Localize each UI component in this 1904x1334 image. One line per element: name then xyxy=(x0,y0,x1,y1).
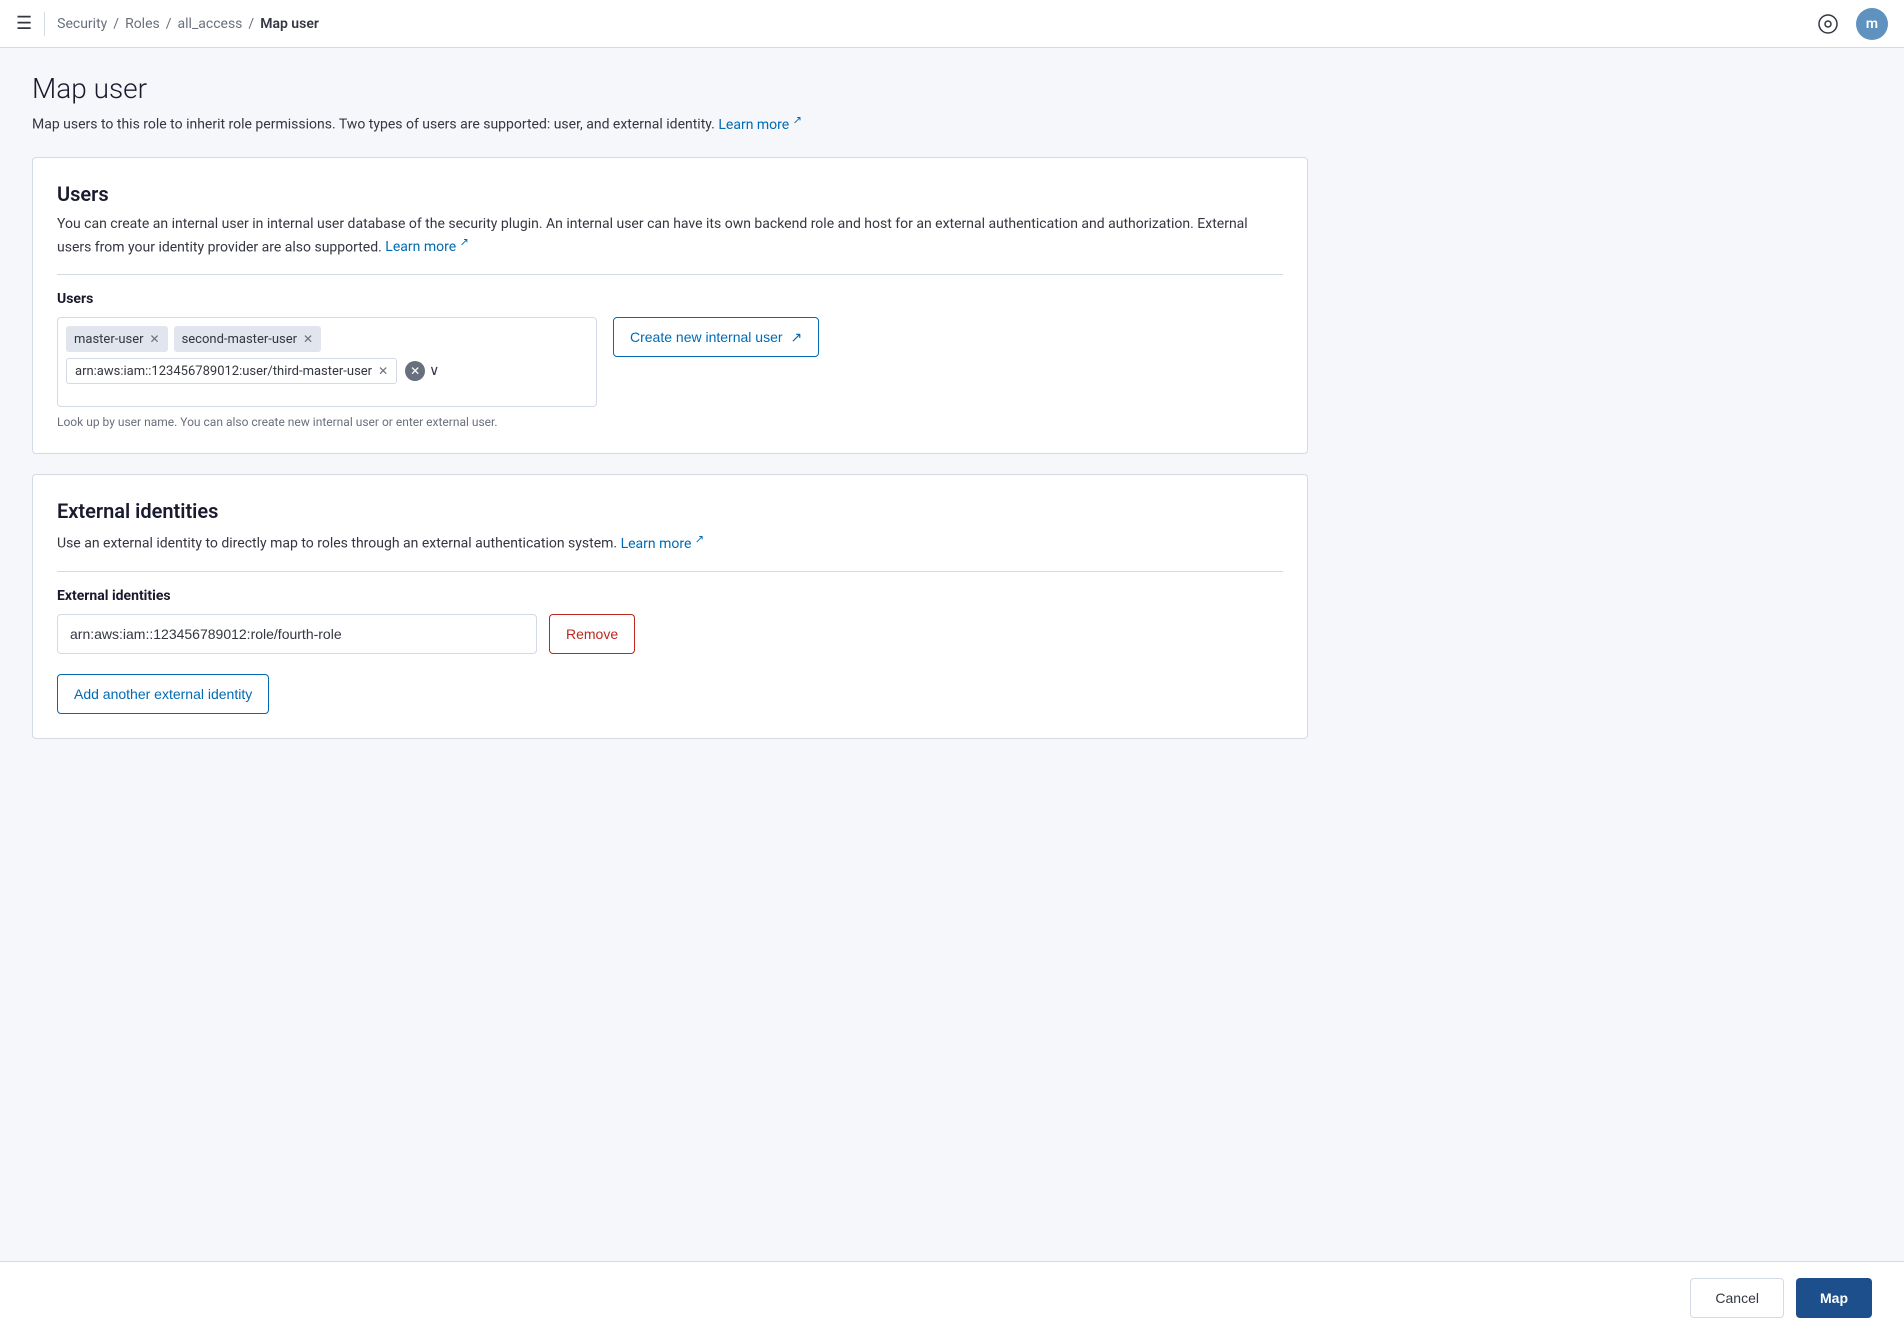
external-identities-field-label: External identities xyxy=(57,588,1283,604)
external-identities-card: External identities Use an external iden… xyxy=(32,474,1308,739)
map-button[interactable]: Map xyxy=(1796,1278,1872,1318)
arn-row: arn:aws:iam::123456789012:user/third-mas… xyxy=(66,358,588,384)
page-description: Map users to this role to inherit role p… xyxy=(32,113,1308,133)
ext-identity-input[interactable] xyxy=(57,614,537,654)
footer: Cancel Map xyxy=(0,1261,1904,1334)
create-user-button[interactable]: Create new internal user ↗ xyxy=(613,317,819,357)
dropdown-icon[interactable]: ∨ xyxy=(429,363,439,379)
top-nav: ☰ Security / Roles / all_access / Map us… xyxy=(0,0,1904,48)
users-card: Users You can create an internal user in… xyxy=(32,157,1308,455)
user-tag-arn: arn:aws:iam::123456789012:user/third-mas… xyxy=(66,358,397,384)
page-external-link-icon: ↗ xyxy=(793,113,802,126)
user-tag-arn-label: arn:aws:iam::123456789012:user/third-mas… xyxy=(75,364,372,379)
page-learn-more-link[interactable]: Learn more ↗ xyxy=(718,117,802,133)
page-title: Map user xyxy=(32,72,1308,105)
input-controls: ✕ ∨ xyxy=(405,361,439,381)
user-tag-master-user-remove[interactable]: ✕ xyxy=(150,333,160,345)
remove-identity-button[interactable]: Remove xyxy=(549,614,635,654)
add-external-identity-button[interactable]: Add another external identity xyxy=(57,674,269,714)
external-identities-card-title: External identities xyxy=(57,499,1283,523)
create-user-external-icon: ↗ xyxy=(791,329,803,346)
users-field-label: Users xyxy=(57,291,1283,307)
nav-right: m xyxy=(1812,8,1888,40)
breadcrumb-separator-3: / xyxy=(248,16,254,32)
breadcrumb-separator-2: / xyxy=(166,16,172,32)
external-identities-learn-more-link[interactable]: Learn more ↗ xyxy=(621,536,705,552)
users-hint: Look up by user name. You can also creat… xyxy=(57,415,1283,429)
users-learn-more-link[interactable]: Learn more ↗ xyxy=(385,239,469,255)
avatar[interactable]: m xyxy=(1856,8,1888,40)
users-card-divider xyxy=(57,274,1283,275)
breadcrumb: Security / Roles / all_access / Map user xyxy=(57,16,319,32)
user-tag-master-user: master-user ✕ xyxy=(66,326,168,352)
users-card-description: You can create an internal user in inter… xyxy=(57,214,1283,259)
hamburger-icon[interactable]: ☰ xyxy=(16,13,32,34)
users-input-area[interactable]: master-user ✕ second-master-user ✕ arn:a… xyxy=(57,317,597,407)
clear-icon[interactable]: ✕ xyxy=(405,361,425,381)
settings-icon[interactable] xyxy=(1812,8,1844,40)
user-tag-arn-remove[interactable]: ✕ xyxy=(378,365,388,377)
users-row: master-user ✕ second-master-user ✕ arn:a… xyxy=(57,317,1283,407)
cancel-button[interactable]: Cancel xyxy=(1690,1278,1784,1318)
user-tag-second-master-user: second-master-user ✕ xyxy=(174,326,322,352)
breadcrumb-security[interactable]: Security xyxy=(57,16,107,32)
breadcrumb-current: Map user xyxy=(260,16,319,32)
user-tag-second-master-user-remove[interactable]: ✕ xyxy=(303,333,313,345)
user-tag-master-user-label: master-user xyxy=(74,332,144,347)
external-identities-card-divider xyxy=(57,571,1283,572)
ext-identity-row: Remove xyxy=(57,614,1283,654)
nav-divider xyxy=(44,12,45,36)
main-content: Map user Map users to this role to inher… xyxy=(0,48,1340,783)
external-identities-external-link-icon: ↗ xyxy=(695,532,704,545)
breadcrumb-separator-1: / xyxy=(113,16,119,32)
user-tag-second-master-user-label: second-master-user xyxy=(182,332,297,347)
users-card-title: Users xyxy=(57,182,1283,206)
external-identities-card-description: Use an external identity to directly map… xyxy=(57,531,1283,555)
breadcrumb-all-access[interactable]: all_access xyxy=(178,16,243,32)
create-user-button-label: Create new internal user xyxy=(630,329,783,345)
users-external-link-icon: ↗ xyxy=(460,236,469,249)
breadcrumb-roles[interactable]: Roles xyxy=(125,16,160,32)
